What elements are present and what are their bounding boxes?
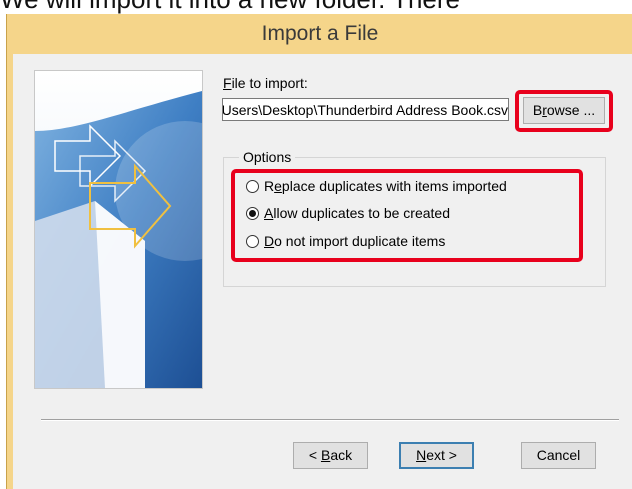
wizard-banner-image <box>34 70 203 389</box>
back-button[interactable]: < Back <box>293 442 368 469</box>
button-row-divider <box>41 419 619 421</box>
file-path-value: C:\Users\Desktop\Thunderbird Address Boo… <box>222 102 508 118</box>
dialog-title: Import a File <box>261 22 379 45</box>
option-replace-duplicates[interactable]: Re place duplicates with items imported <box>246 176 507 196</box>
file-to-import-label: File to import: <box>223 75 308 91</box>
dialog-client-area: File to import: C:\Users\Desktop\Thunder… <box>13 54 632 489</box>
option-allow-duplicates[interactable]: Allow duplicates to be created <box>246 203 450 223</box>
background-document-text: We will import it into a new folder. The… <box>0 0 632 14</box>
cancel-button[interactable]: Cancel <box>521 442 596 469</box>
import-arrows-illustration <box>35 71 202 388</box>
replace-duplicates-radio[interactable] <box>246 179 259 193</box>
do-not-import-duplicates-radio[interactable] <box>246 234 259 248</box>
import-file-dialog: Import a File File to import: C:\Users\D… <box>6 14 632 489</box>
options-group-label: Options <box>239 149 296 165</box>
file-path-input[interactable]: C:\Users\Desktop\Thunderbird Address Boo… <box>222 98 509 121</box>
browse-button[interactable]: Browse ... <box>523 97 605 124</box>
next-button[interactable]: Next > <box>399 442 474 469</box>
allow-duplicates-radio[interactable] <box>246 206 259 220</box>
option-do-not-import-duplicates[interactable]: Do not import duplicate items <box>246 231 445 251</box>
